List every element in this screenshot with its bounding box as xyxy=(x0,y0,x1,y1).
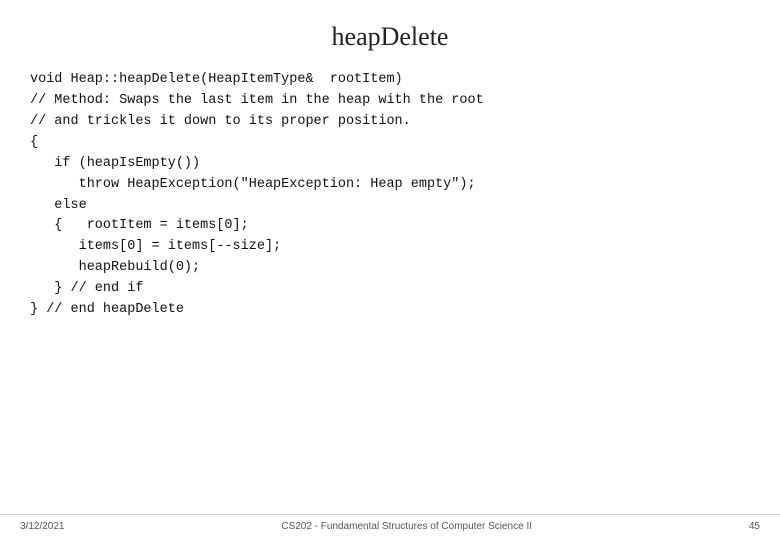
slide-content: void Heap::heapDelete(HeapItemType& root… xyxy=(0,70,780,514)
slide-footer: 3/12/2021 CS202 - Fundamental Structures… xyxy=(0,514,780,540)
slide: heapDelete void Heap::heapDelete(HeapIte… xyxy=(0,0,780,540)
code-block: void Heap::heapDelete(HeapItemType& root… xyxy=(30,70,750,321)
footer-date: 3/12/2021 xyxy=(20,521,65,532)
footer-course: CS202 - Fundamental Structures of Comput… xyxy=(281,521,532,532)
slide-title: heapDelete xyxy=(0,0,780,70)
footer-page: 45 xyxy=(749,521,760,532)
